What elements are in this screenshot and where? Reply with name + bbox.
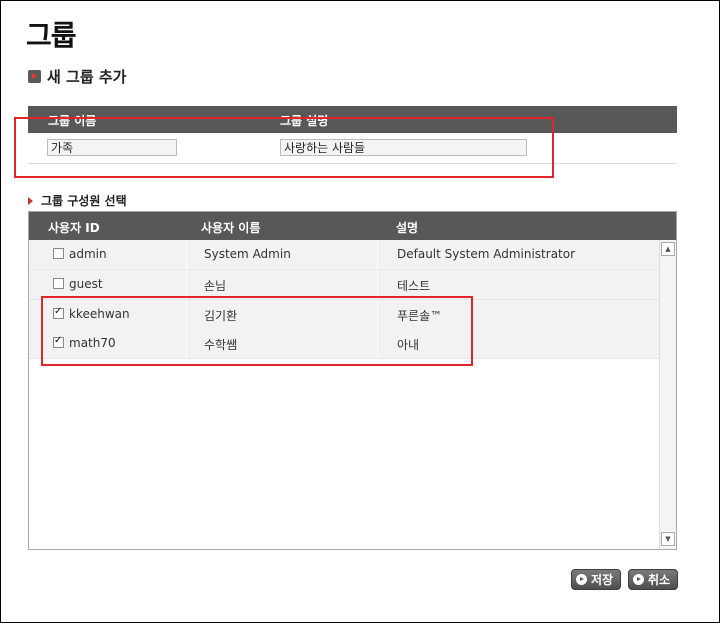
col-description: 설명 <box>396 221 419 235</box>
column-divider <box>186 300 187 329</box>
members-title-text: 그룹 구성원 선택 <box>41 194 127 208</box>
group-name-input[interactable] <box>47 139 177 156</box>
col-user-id: 사용자 ID <box>48 221 100 235</box>
column-divider <box>377 300 378 329</box>
row-description: 푸른솔™ <box>397 309 443 323</box>
scroll-up-icon[interactable]: ▲ <box>661 242 675 256</box>
triangle-bullet-icon <box>28 196 33 205</box>
row-checkbox[interactable] <box>53 278 64 289</box>
column-divider <box>377 329 378 358</box>
group-form-row <box>28 133 677 164</box>
row-description: 테스트 <box>397 279 431 293</box>
group-desc-input[interactable] <box>280 139 527 156</box>
column-divider <box>186 270 187 299</box>
cancel-button[interactable]: 취소 <box>628 569 678 590</box>
column-divider <box>377 240 378 269</box>
row-user-id: math70 <box>69 336 116 350</box>
group-desc-header: 그룹 설명 <box>280 114 329 128</box>
table-row[interactable]: admin System Admin Default System Admini… <box>29 240 659 270</box>
row-user-name: 손님 <box>204 279 227 293</box>
page-title: 그룹 <box>26 19 77 52</box>
row-user-id: guest <box>69 277 103 291</box>
table-row[interactable]: guest 손님 테스트 <box>29 270 659 300</box>
row-description: 아내 <box>397 338 420 352</box>
row-checkbox-checked[interactable] <box>53 306 64 319</box>
save-button-label: 저장 <box>591 573 614 587</box>
column-divider <box>186 240 187 269</box>
table-row[interactable]: math70 수학쌤 아내 <box>29 329 659 359</box>
row-checkbox[interactable] <box>53 248 64 259</box>
members-section-title: 그룹 구성원 선택 <box>28 192 127 209</box>
cancel-button-label: 취소 <box>648 573 671 587</box>
col-user-name: 사용자 이름 <box>201 221 261 235</box>
arrow-circle-icon <box>576 574 587 585</box>
member-table-header: 사용자 ID 사용자 이름 설명 <box>29 212 676 240</box>
group-name-header: 그룹 이름 <box>48 114 97 128</box>
column-divider <box>377 270 378 299</box>
group-form-header: 그룹 이름 그룹 설명 <box>28 106 677 133</box>
row-user-name: System Admin <box>204 247 291 261</box>
row-user-id: kkeehwan <box>69 307 130 321</box>
member-list: 사용자 ID 사용자 이름 설명 admin System Admin Defa… <box>28 211 677 550</box>
row-user-name: 김기환 <box>204 309 238 323</box>
row-user-name: 수학쌤 <box>204 338 238 352</box>
column-divider <box>186 329 187 358</box>
arrow-box-icon <box>28 70 41 83</box>
table-row[interactable]: kkeehwan 김기환 푸른솔™ <box>29 300 659 330</box>
save-button[interactable]: 저장 <box>571 569 621 590</box>
vertical-scrollbar[interactable]: ▲ ▼ <box>659 240 676 549</box>
new-group-section-title: 새 그룹 추가 <box>28 66 126 87</box>
scroll-down-icon[interactable]: ▼ <box>661 532 675 546</box>
new-group-title-text: 새 그룹 추가 <box>47 68 127 86</box>
row-user-id: admin <box>69 247 107 261</box>
row-checkbox-checked[interactable] <box>53 335 64 348</box>
row-description: Default System Administrator <box>397 247 576 261</box>
arrow-circle-icon <box>633 574 644 585</box>
